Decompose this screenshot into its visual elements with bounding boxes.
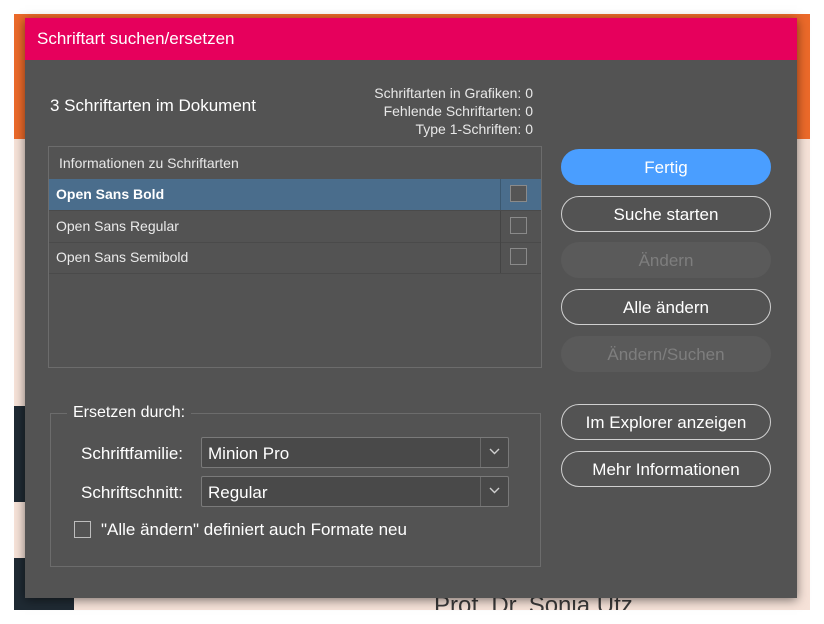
redefine-styles-checkbox[interactable] [74, 521, 91, 538]
font-row-checkbox[interactable] [510, 185, 527, 202]
font-family-select[interactable]: Minion Pro [201, 437, 509, 468]
font-family-value: Minion Pro [208, 444, 290, 463]
stat-graphics-fonts: Schriftarten in Grafiken: 0 [374, 85, 533, 101]
change-button[interactable]: Ändern [561, 242, 771, 278]
chevron-down-icon[interactable] [480, 438, 508, 467]
replace-with-group: Ersetzen durch: Schriftfamilie: Minion P… [50, 404, 541, 567]
chevron-down-icon[interactable] [480, 477, 508, 506]
font-row[interactable]: Open Sans Semibold [49, 242, 541, 274]
font-style-select[interactable]: Regular [201, 476, 509, 507]
font-list[interactable]: Informationen zu Schriftarten Open Sans … [48, 146, 542, 368]
font-list-header: Informationen zu Schriftarten [59, 155, 239, 171]
column-divider [500, 179, 501, 210]
font-style-value: Regular [208, 483, 268, 502]
more-info-button[interactable]: Mehr Informationen [561, 451, 771, 487]
stat-type1-fonts: Type 1-Schriften: 0 [415, 121, 533, 137]
change-all-button[interactable]: Alle ändern [561, 289, 771, 325]
font-name: Open Sans Regular [56, 218, 179, 234]
document-font-count: 3 Schriftarten im Dokument [50, 96, 256, 115]
redefine-styles-label[interactable]: "Alle ändern" definiert auch Formate neu [101, 520, 407, 540]
font-name: Open Sans Bold [56, 186, 165, 202]
font-row-checkbox[interactable] [510, 217, 527, 234]
font-stats: Schriftarten in Grafiken: 0 Fehlende Sch… [305, 84, 533, 138]
column-divider [500, 242, 501, 273]
dialog-title: Schriftart suchen/ersetzen [37, 29, 235, 48]
reveal-in-explorer-button[interactable]: Im Explorer anzeigen [561, 404, 771, 440]
find-button[interactable]: Suche starten [561, 196, 771, 232]
change-find-button[interactable]: Ändern/Suchen [561, 336, 771, 372]
stat-missing-fonts: Fehlende Schriftarten: 0 [383, 103, 533, 119]
find-replace-font-dialog: Schriftart suchen/ersetzen 3 Schriftarte… [25, 18, 797, 598]
font-style-label: Schriftschnitt: [81, 483, 184, 502]
font-row-checkbox[interactable] [510, 248, 527, 265]
replace-with-legend: Ersetzen durch: [67, 404, 192, 422]
column-divider [500, 211, 501, 242]
font-row[interactable]: Open Sans Bold [49, 179, 541, 211]
font-name: Open Sans Semibold [56, 249, 189, 265]
font-family-label: Schriftfamilie: [81, 444, 184, 463]
done-button[interactable]: Fertig [561, 149, 771, 185]
font-row[interactable]: Open Sans Regular [49, 211, 541, 243]
dialog-titlebar[interactable]: Schriftart suchen/ersetzen [25, 18, 797, 60]
